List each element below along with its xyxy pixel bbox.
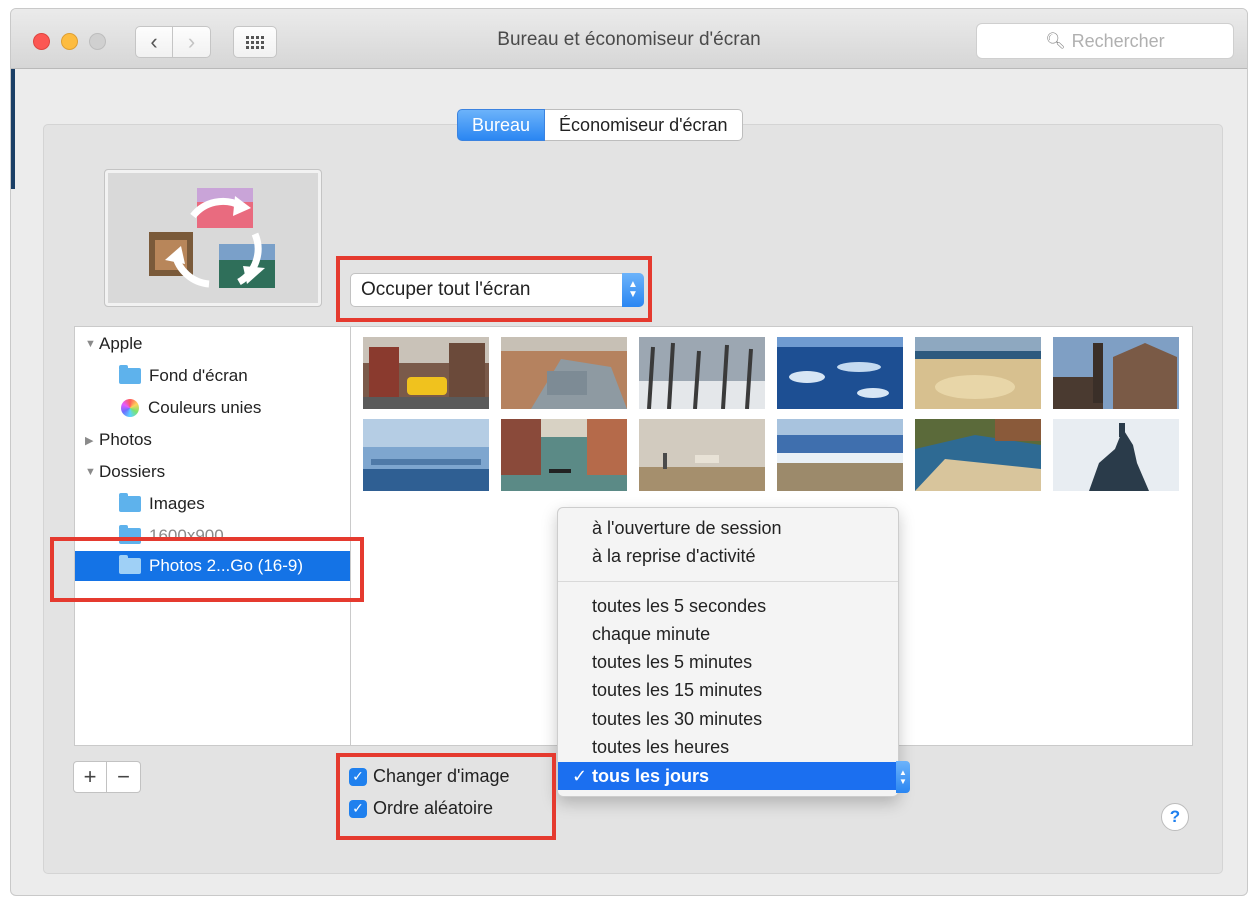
tab-bar: Bureau Économiseur d'écran <box>457 109 743 141</box>
thumbnail-misty-beach[interactable] <box>639 419 765 491</box>
thumbnail-ice-sea[interactable] <box>777 337 903 409</box>
color-wheel-icon <box>121 399 139 417</box>
menu-item-15-minutes[interactable]: toutes les 15 minutes <box>558 676 898 704</box>
menu-item-5-minutes[interactable]: toutes les 5 minutes <box>558 648 898 676</box>
change-picture-checkbox[interactable]: ✓ Changer d'image <box>349 766 510 787</box>
thumbnail-cliffs-bay[interactable] <box>915 419 1041 491</box>
menu-item-wake[interactable]: à la reprise d'activité <box>558 542 898 570</box>
menu-item-hourly[interactable]: toutes les heures <box>558 733 898 761</box>
random-order-checkbox[interactable]: ✓ Ordre aléatoire <box>349 798 493 819</box>
thumbnail-snowy-trees[interactable] <box>639 337 765 409</box>
sidebar-item-label: Fond d'écran <box>149 366 248 385</box>
window-edge <box>11 69 15 189</box>
sidebar-item-solid-colors[interactable]: Couleurs unies <box>75 393 350 423</box>
menu-item-5-seconds[interactable]: toutes les 5 secondes <box>558 592 898 620</box>
search-icon: 🔍︎ <box>1045 33 1066 50</box>
sidebar-item-wallpapers[interactable]: Fond d'écran <box>75 361 350 391</box>
tab-screensaver[interactable]: Économiseur d'écran <box>545 109 743 141</box>
folder-icon <box>119 555 141 574</box>
title-bar: ‹ › Bureau et économiseur d'écran 🔍︎ Rec… <box>11 9 1247 69</box>
checkbox-label: Changer d'image <box>373 766 510 786</box>
preferences-window: ‹ › Bureau et économiseur d'écran 🔍︎ Rec… <box>10 8 1248 896</box>
thumbnail-venice-canal[interactable] <box>501 419 627 491</box>
sidebar-group-apple[interactable]: ▼ Apple <box>75 329 350 359</box>
fit-mode-value: Occuper tout l'écran <box>361 279 531 300</box>
menu-item-label: tous les jours <box>592 765 710 786</box>
sidebar-item-photos-folder[interactable]: Photos 2...Go (16-9) <box>75 551 350 581</box>
source-list: ▼ Apple Fond d'écran Couleurs unies ▶ Ph… <box>74 326 350 746</box>
checkmark-icon: ✓ <box>349 799 367 818</box>
sidebar-item-label: Photos 2...Go (16-9) <box>149 556 304 575</box>
menu-item-30-minutes[interactable]: toutes les 30 minutes <box>558 705 898 733</box>
checkmark-icon: ✓ <box>349 767 367 786</box>
sidebar-item-images[interactable]: Images <box>75 489 350 519</box>
disclosure-closed-icon: ▶ <box>85 434 94 447</box>
sidebar-group-label: Dossiers <box>99 462 166 481</box>
sidebar-item-label: Images <box>149 494 205 513</box>
thumbnail-old-house[interactable] <box>1053 337 1179 409</box>
menu-item-1-minute[interactable]: chaque minute <box>558 620 898 648</box>
interval-menu: à l'ouverture de session à la reprise d'… <box>557 507 899 797</box>
thumbnail-foggy-lake[interactable] <box>363 419 489 491</box>
sidebar-item-1600x900[interactable]: 1600x900 <box>75 521 350 551</box>
thumbnail-statue[interactable] <box>1053 419 1179 491</box>
search-placeholder: Rechercher <box>1071 30 1165 51</box>
checkmark-icon: ✓ <box>572 765 588 786</box>
sidebar-group-label: Apple <box>99 334 143 353</box>
popup-arrows-icon: ▲ ▼ <box>622 273 644 307</box>
add-folder-button[interactable]: + <box>73 761 107 793</box>
popup-arrows-icon: ▲ ▼ <box>896 761 910 793</box>
sidebar-group-folders[interactable]: ▼ Dossiers <box>75 457 350 487</box>
disclosure-open-icon: ▼ <box>85 338 96 350</box>
tab-desktop[interactable]: Bureau <box>457 109 546 141</box>
menu-item-daily[interactable]: ✓ tous les jours <box>558 762 898 790</box>
thumbnail-street-taxi[interactable] <box>363 337 489 409</box>
add-remove-controls: + − <box>73 761 141 793</box>
sidebar-item-label: Couleurs unies <box>148 398 262 417</box>
menu-item-login[interactable]: à l'ouverture de session <box>558 514 898 542</box>
help-button[interactable]: ? <box>1161 803 1189 831</box>
sidebar-item-label: 1600x900 <box>149 526 224 545</box>
checkbox-label: Ordre aléatoire <box>373 798 494 818</box>
desktop-preview <box>104 169 322 307</box>
thumbnail-waves-coast[interactable] <box>777 419 903 491</box>
remove-folder-button[interactable]: − <box>107 761 141 793</box>
rotating-pictures-icon <box>149 188 275 288</box>
disclosure-open-icon: ▼ <box>85 466 96 478</box>
folder-icon <box>119 525 141 544</box>
fit-mode-popup[interactable]: Occuper tout l'écran ▲ ▼ <box>350 273 644 307</box>
sidebar-group-label: Photos <box>99 430 152 449</box>
search-field[interactable]: 🔍︎ Rechercher <box>976 23 1234 59</box>
menu-separator <box>558 581 898 582</box>
sidebar-group-photos[interactable]: ▶ Photos <box>75 425 350 455</box>
folder-icon <box>119 365 141 384</box>
thumbnail-rooftops[interactable] <box>501 337 627 409</box>
thumbnail-dunes[interactable] <box>915 337 1041 409</box>
folder-icon <box>119 493 141 512</box>
